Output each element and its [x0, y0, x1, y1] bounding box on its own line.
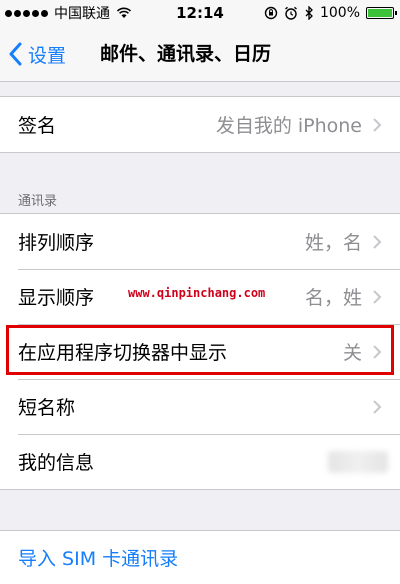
signature-value: 发自我的 iPhone — [215, 115, 362, 137]
my-info-label: 我的信息 — [18, 452, 95, 474]
battery-percent: 100% — [319, 5, 360, 21]
chevron-right-icon — [373, 399, 382, 414]
page-title: 邮件、通讯录、日历 — [100, 43, 272, 65]
chevron-left-icon — [9, 42, 22, 66]
signature-cell[interactable]: 签名 发自我的 iPhone — [0, 97, 400, 152]
sort-order-cell[interactable]: 排列顺序 姓，名 — [0, 214, 400, 269]
battery-fill — [368, 9, 392, 17]
sort-order-label: 排列顺序 — [18, 232, 95, 254]
orientation-lock-icon — [264, 6, 278, 20]
contacts-group: 排列顺序 姓，名 显示顺序 名，姓 在应用程序切换器中显示 关 短名称 我的信息 — [0, 213, 400, 490]
show-in-app-switcher-value: 关 — [342, 342, 362, 364]
chevron-right-icon — [373, 289, 382, 304]
signature-label: 签名 — [18, 115, 57, 137]
section-header-contacts: 通讯录 — [18, 194, 58, 209]
watermark: www.qinpinchang.com — [128, 286, 266, 300]
carrier-name: 中国联通 — [54, 6, 110, 22]
chevron-right-icon — [373, 344, 382, 359]
signal-icon — [5, 9, 48, 17]
wifi-icon — [116, 7, 132, 18]
import-sim-contacts-button[interactable]: 导入 SIM 卡通讯录 — [18, 544, 178, 571]
bluetooth-icon — [305, 6, 313, 20]
back-button-label: 设置 — [28, 44, 67, 67]
display-order-value: 名，姓 — [304, 287, 362, 309]
show-in-app-switcher-cell[interactable]: 在应用程序切换器中显示 关 — [0, 324, 400, 379]
signature-group: 签名 发自我的 iPhone — [0, 96, 400, 153]
status-bar: 中国联通 12:14 100% — [0, 0, 400, 26]
sort-order-value: 姓，名 — [304, 232, 362, 254]
navigation-bar: 设置 邮件、通讯录、日历 — [0, 26, 400, 82]
chevron-right-icon — [373, 234, 382, 249]
my-info-blurred-value — [328, 450, 388, 473]
battery-icon — [366, 7, 397, 19]
short-name-label: 短名称 — [18, 397, 76, 419]
alarm-icon — [285, 6, 297, 20]
chevron-right-icon — [373, 117, 382, 132]
my-info-cell[interactable]: 我的信息 — [0, 434, 400, 489]
back-button[interactable]: 设置 — [8, 26, 66, 82]
short-name-cell[interactable]: 短名称 — [0, 379, 400, 434]
show-in-app-switcher-label: 在应用程序切换器中显示 — [18, 342, 228, 364]
